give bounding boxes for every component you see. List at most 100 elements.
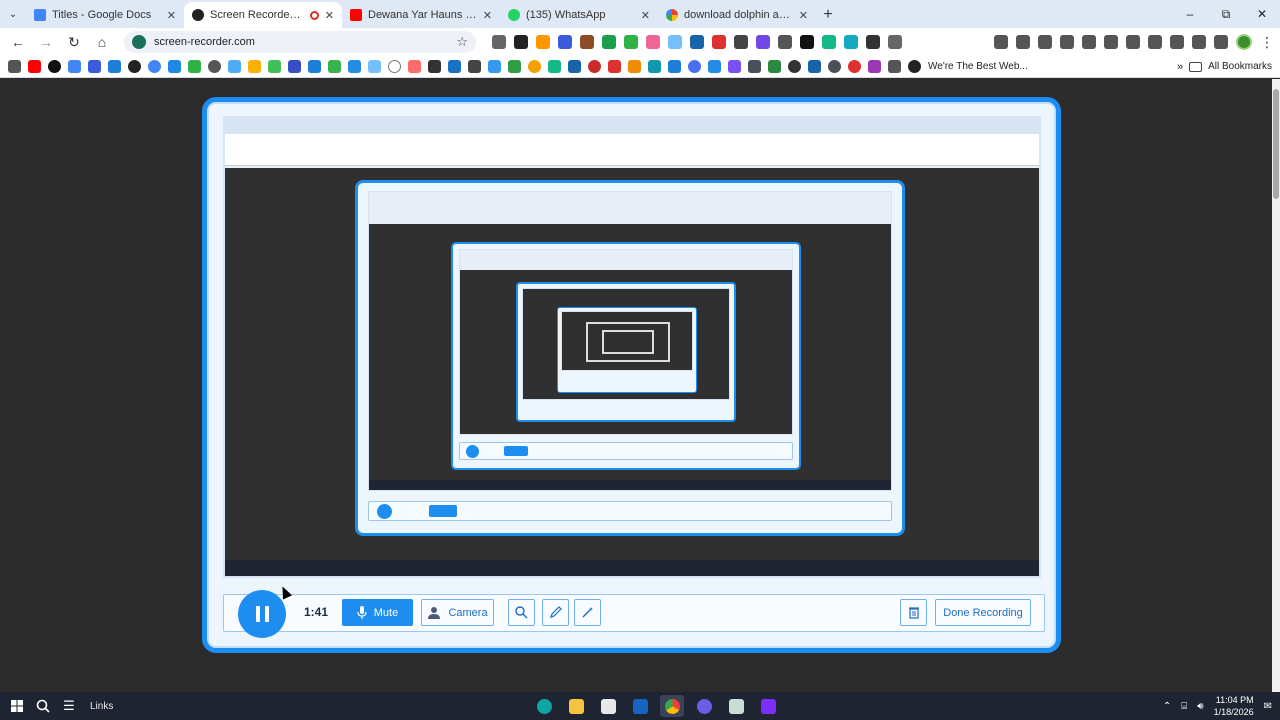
page-scrollbar[interactable] xyxy=(1272,79,1280,692)
bookmark-icon[interactable] xyxy=(528,60,541,73)
history-icon[interactable] xyxy=(1060,35,1074,49)
bookmark-icon[interactable] xyxy=(348,60,361,73)
bookmark-icon[interactable] xyxy=(368,60,381,73)
bookmark-icon[interactable] xyxy=(468,60,481,73)
extension-icon[interactable] xyxy=(844,35,858,49)
app-icon[interactable] xyxy=(692,695,716,717)
bookmark-star-icon[interactable]: ☆ xyxy=(456,34,468,50)
bookmark-icon[interactable] xyxy=(768,60,781,73)
pause-button[interactable] xyxy=(238,590,286,638)
bookmark-icon[interactable] xyxy=(308,60,321,73)
forward-icon[interactable]: → xyxy=(34,30,58,54)
bookmark-icon[interactable] xyxy=(328,60,341,73)
notification-icon[interactable]: ✉ xyxy=(1264,701,1272,712)
back-icon[interactable]: ← xyxy=(6,30,30,54)
windows-start-icon[interactable] xyxy=(4,693,30,719)
extension-icon[interactable] xyxy=(536,35,550,49)
screenshot-icon[interactable] xyxy=(1104,35,1118,49)
close-icon[interactable]: ✕ xyxy=(641,9,650,22)
extension-icon[interactable] xyxy=(712,35,726,49)
reload-icon[interactable]: ↻ xyxy=(62,30,86,54)
link-icon[interactable] xyxy=(1148,35,1162,49)
bookmark-label[interactable]: We're The Best Web... xyxy=(928,61,1028,72)
tab-google-docs[interactable]: Titles - Google Docs ✕ xyxy=(26,2,184,28)
bookmark-icon[interactable] xyxy=(428,60,441,73)
extension-icon[interactable] xyxy=(602,35,616,49)
star-icon[interactable] xyxy=(1038,35,1052,49)
bookmark-icon[interactable] xyxy=(608,60,621,73)
bookmark-icon[interactable] xyxy=(388,60,401,73)
delete-button[interactable] xyxy=(900,599,927,626)
minimize-icon[interactable]: – xyxy=(1172,0,1208,28)
scrollbar-thumb[interactable] xyxy=(1273,89,1279,199)
extension-icon[interactable] xyxy=(624,35,638,49)
translate-icon[interactable] xyxy=(1126,35,1140,49)
tab-screen-recorder[interactable]: Screen Recorder | Free & Online ✕ xyxy=(184,2,342,28)
media-icon[interactable] xyxy=(1214,35,1228,49)
bookmark-icon[interactable] xyxy=(268,60,281,73)
bookmark-icon[interactable] xyxy=(588,60,601,73)
network-icon[interactable]: ⌸ xyxy=(1181,701,1187,712)
close-icon[interactable]: ✕ xyxy=(799,9,808,22)
bookmark-docs-icon[interactable] xyxy=(68,60,81,73)
notes-icon[interactable] xyxy=(724,695,748,717)
extension-icon[interactable] xyxy=(822,35,836,49)
clock[interactable]: 11:04 PM 1/18/2026 xyxy=(1214,694,1254,718)
bookmark-icon[interactable] xyxy=(48,60,61,73)
bookmark-mail-icon[interactable] xyxy=(88,60,101,73)
bookmark-icon[interactable] xyxy=(648,60,661,73)
window-icon[interactable] xyxy=(1170,35,1184,49)
key-icon[interactable] xyxy=(1016,35,1030,49)
bookmark-icon[interactable] xyxy=(808,60,821,73)
bookmark-icon[interactable] xyxy=(228,60,241,73)
links-toolbar[interactable]: Links xyxy=(90,701,113,712)
bookmark-icon[interactable] xyxy=(668,60,681,73)
bookmark-sheets-icon[interactable] xyxy=(188,60,201,73)
volume-icon[interactable]: 🔊︎ xyxy=(1197,701,1203,712)
camera-button[interactable]: Camera xyxy=(421,599,494,626)
bookmark-icon[interactable] xyxy=(828,60,841,73)
bookmark-icon[interactable] xyxy=(508,60,521,73)
file-explorer-icon[interactable] xyxy=(564,695,588,717)
extension-icon[interactable] xyxy=(514,35,528,49)
bookmark-icon[interactable] xyxy=(688,60,701,73)
edge-icon[interactable] xyxy=(532,695,556,717)
outlook-icon[interactable] xyxy=(628,695,652,717)
new-tab-button[interactable]: + xyxy=(816,2,840,28)
effects-button[interactable] xyxy=(574,599,601,626)
camera-extension-icon[interactable] xyxy=(492,35,506,49)
profile-avatar[interactable] xyxy=(1236,34,1252,50)
bookmark-icon[interactable] xyxy=(248,60,261,73)
extension-icon[interactable] xyxy=(994,35,1008,49)
bookmark-bing-icon[interactable] xyxy=(108,60,121,73)
chrome-icon[interactable] xyxy=(660,695,684,717)
tab-youtube[interactable]: Dewana Yar Hauns - YouTube ✕ xyxy=(342,2,500,28)
mute-button[interactable]: Mute xyxy=(342,599,413,626)
close-icon[interactable]: ✕ xyxy=(483,9,492,22)
extension-icon[interactable] xyxy=(580,35,594,49)
bookmark-icon[interactable] xyxy=(888,60,901,73)
task-view-icon[interactable]: ☰ xyxy=(56,693,82,719)
zoom-button[interactable] xyxy=(508,599,535,626)
code-icon[interactable] xyxy=(1192,35,1206,49)
address-bar[interactable]: screen-recorder.com ☆ xyxy=(124,31,476,53)
puzzle-icon[interactable] xyxy=(888,35,902,49)
extension-icon[interactable] xyxy=(668,35,682,49)
bookmark-icon[interactable] xyxy=(708,60,721,73)
restore-icon[interactable]: ⧉ xyxy=(1208,0,1244,28)
menu-kebab-icon[interactable]: ⋮ xyxy=(1260,30,1274,54)
bookmark-icon[interactable] xyxy=(908,60,921,73)
media-app-icon[interactable] xyxy=(756,695,780,717)
tab-google-search[interactable]: download dolphin anty - Google Search ✕ xyxy=(658,2,816,28)
extension-icon[interactable] xyxy=(558,35,572,49)
extension-icon[interactable] xyxy=(756,35,770,49)
store-icon[interactable] xyxy=(596,695,620,717)
site-info-icon[interactable] xyxy=(132,35,146,49)
extension-icon[interactable] xyxy=(866,35,880,49)
bookmark-icon[interactable] xyxy=(448,60,461,73)
bookmark-icon[interactable] xyxy=(568,60,581,73)
close-icon[interactable]: ✕ xyxy=(167,9,176,22)
bookmark-youtube-icon[interactable] xyxy=(28,60,41,73)
all-bookmarks[interactable]: » All Bookmarks xyxy=(1177,61,1272,73)
bookmark-icon[interactable] xyxy=(208,60,221,73)
